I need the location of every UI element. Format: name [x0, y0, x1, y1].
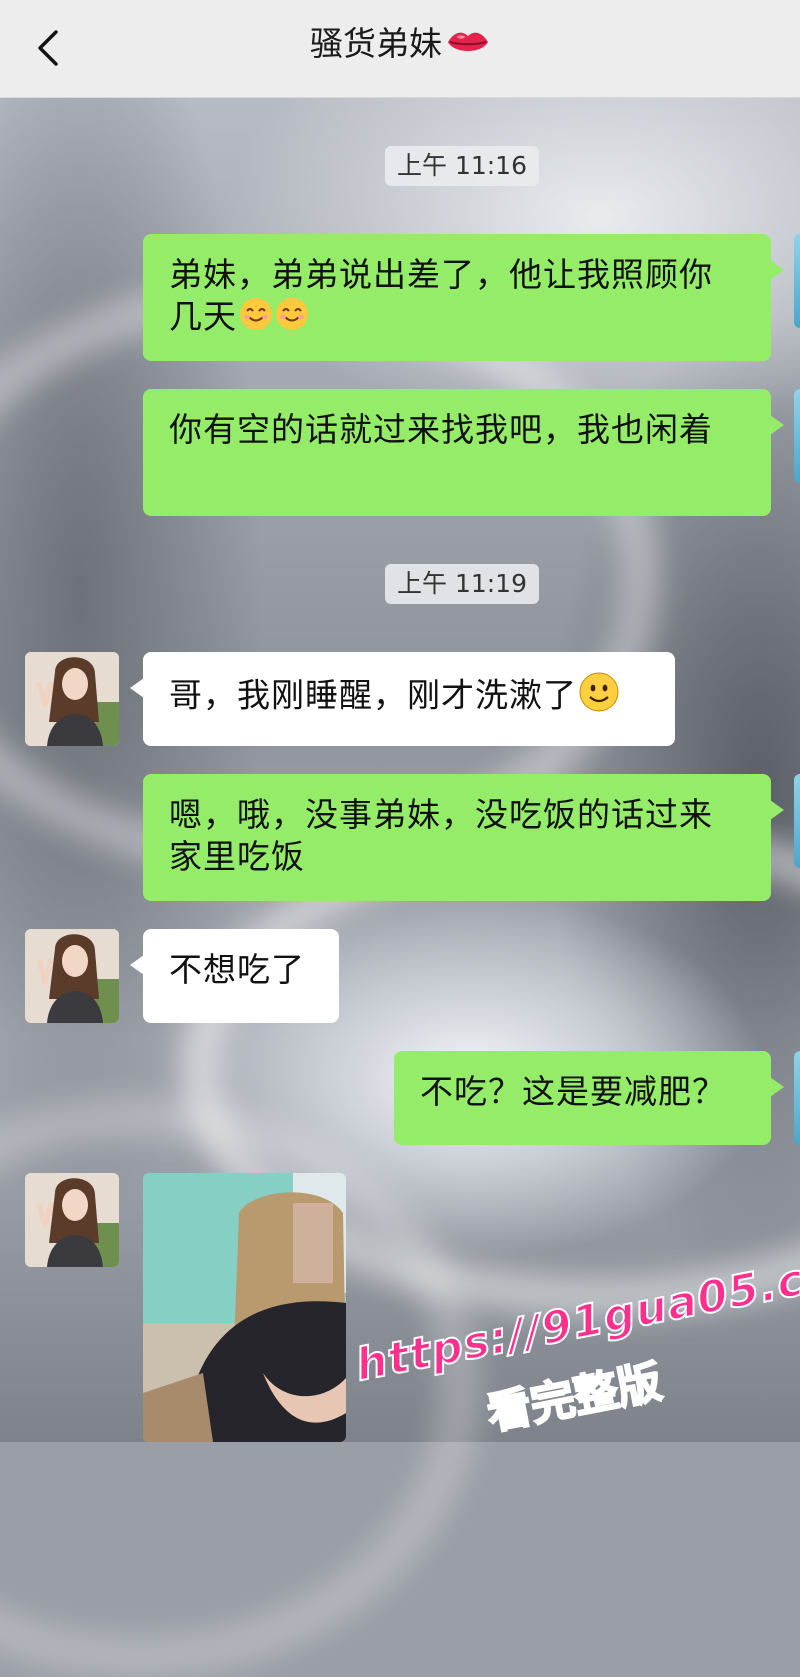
message-text: 哥，我刚睡醒，刚才洗漱了 [169, 675, 577, 715]
timestamp: 上午 11:16 [385, 146, 539, 186]
own-avatar[interactable] [794, 389, 800, 483]
own-avatar[interactable] [794, 1051, 800, 1145]
timestamp: 上午 11:19 [385, 564, 539, 604]
contact-avatar[interactable] [25, 929, 119, 1023]
smiling-face-icon [239, 297, 273, 341]
contact-avatar[interactable] [25, 1173, 119, 1267]
message-text: 不想吃了 [169, 950, 305, 989]
received-message-bubble[interactable]: 哥，我刚睡醒，刚才洗漱了 [130, 652, 675, 746]
chat-title: 骚货弟妹 [0, 22, 800, 68]
own-avatar[interactable] [794, 774, 800, 868]
slight-smile-icon [579, 672, 619, 722]
message-text: 嗯，哦，没事弟妹，没吃饭的话过来家里吃饭 [169, 795, 713, 876]
message-text: 不吃？这是要减肥？ [420, 1072, 726, 1111]
lips-icon [446, 24, 490, 68]
contact-avatar[interactable] [25, 652, 119, 746]
message-text: 你有空的话就过来找我吧，我也闲着 [169, 410, 713, 449]
chat-title-text: 骚货弟妹 [310, 24, 442, 63]
smiling-face-icon [275, 297, 309, 341]
chat-header: 骚货弟妹 [0, 0, 800, 98]
own-avatar[interactable] [794, 234, 800, 328]
image-message[interactable] [143, 1173, 346, 1442]
sent-message-bubble[interactable]: 弟妹，弟弟说出差了，他让我照顾你几天 [143, 234, 784, 361]
sent-message-bubble[interactable]: 嗯，哦，没事弟妹，没吃饭的话过来家里吃饭 [143, 774, 784, 901]
sent-message-bubble[interactable]: 不吃？这是要减肥？ [394, 1051, 784, 1145]
received-message-bubble[interactable]: 不想吃了 [130, 929, 339, 1023]
sent-message-bubble[interactable]: 你有空的话就过来找我吧，我也闲着 [143, 389, 784, 516]
